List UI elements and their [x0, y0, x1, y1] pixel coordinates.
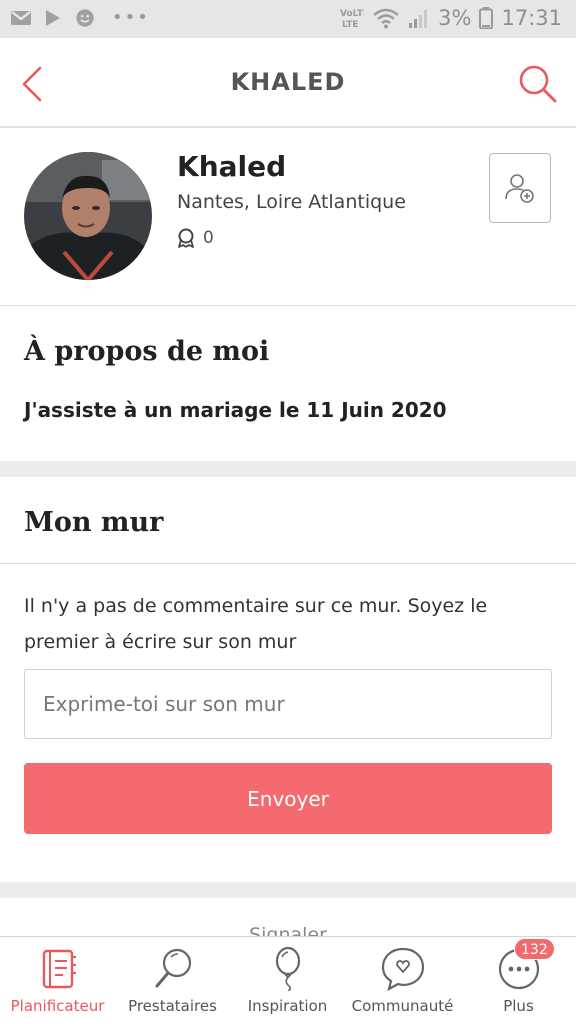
- nav-item-communaute[interactable]: Communauté: [345, 937, 460, 1024]
- wall-heading: Mon mur: [24, 507, 164, 538]
- wall-comment-input[interactable]: [24, 669, 552, 739]
- wifi-icon: [373, 8, 399, 29]
- section-divider: [0, 882, 576, 898]
- badge-counter: 0: [177, 228, 214, 248]
- add-friend-button[interactable]: [489, 153, 551, 223]
- chat-heart-icon: [381, 947, 424, 991]
- smiley-icon: [76, 8, 94, 27]
- nav-item-prestataires[interactable]: Prestataires: [115, 937, 230, 1024]
- volte-icon: VoLTELTE: [340, 9, 364, 29]
- section-divider: [0, 461, 576, 477]
- about-section: À propos de moi J'assiste à un mariage l…: [0, 306, 576, 461]
- profile-card: Khaled Nantes, Loire Atlantique 0: [0, 130, 576, 306]
- nav-item-planificateur[interactable]: Planificateur: [0, 937, 115, 1024]
- more-dots-icon: •••: [112, 7, 150, 28]
- wall-header: Mon mur: [0, 477, 576, 564]
- clock: 17:31: [501, 6, 562, 30]
- bottom-navigation: Planificateur Prestataires Inspiration C…: [0, 936, 576, 1024]
- search-icon[interactable]: [516, 62, 558, 104]
- report-section: Signaler: [0, 898, 576, 938]
- about-heading: À propos de moi: [24, 336, 270, 367]
- notification-icons: •••: [10, 7, 150, 28]
- svg-text:VoLTE: VoLTE: [340, 9, 364, 19]
- badge-count: 0: [203, 228, 214, 248]
- add-user-icon: [505, 174, 534, 203]
- nav-label: Planificateur: [10, 997, 105, 1015]
- nav-item-inspiration[interactable]: Inspiration: [230, 937, 345, 1024]
- wall-empty-message: Il n'y a pas de commentaire sur ce mur. …: [24, 595, 488, 653]
- notification-badge: 132: [514, 938, 555, 960]
- planner-book-icon: [42, 949, 76, 989]
- profile-location: Nantes, Loire Atlantique: [177, 191, 406, 213]
- profile-name: Khaled: [177, 150, 287, 183]
- gmail-icon: [11, 10, 31, 25]
- send-button[interactable]: Envoyer: [24, 763, 552, 834]
- nav-label: Communauté: [351, 997, 454, 1015]
- nav-label: Prestataires: [128, 997, 217, 1015]
- nav-label: Plus: [503, 997, 534, 1015]
- balloon-icon: [275, 946, 300, 991]
- signal-icon: [409, 10, 428, 28]
- system-icons: VoLTELTE 3% 17:31: [340, 6, 562, 30]
- magnifier-icon: [155, 948, 191, 988]
- page-title: KHALED: [230, 68, 346, 96]
- play-store-icon: [46, 9, 60, 26]
- svg-text:LTE: LTE: [342, 20, 359, 29]
- battery-icon: [479, 7, 494, 29]
- award-icon: [178, 228, 194, 248]
- status-bar: ••• VoLTELTE 3% 17:31: [0, 0, 576, 38]
- app-header: KHALED: [0, 38, 576, 128]
- avatar[interactable]: [24, 152, 152, 280]
- battery-percent: 3%: [438, 6, 472, 30]
- about-text: J'assiste à un mariage le 11 Juin 2020: [24, 398, 447, 422]
- nav-label: Inspiration: [247, 997, 328, 1015]
